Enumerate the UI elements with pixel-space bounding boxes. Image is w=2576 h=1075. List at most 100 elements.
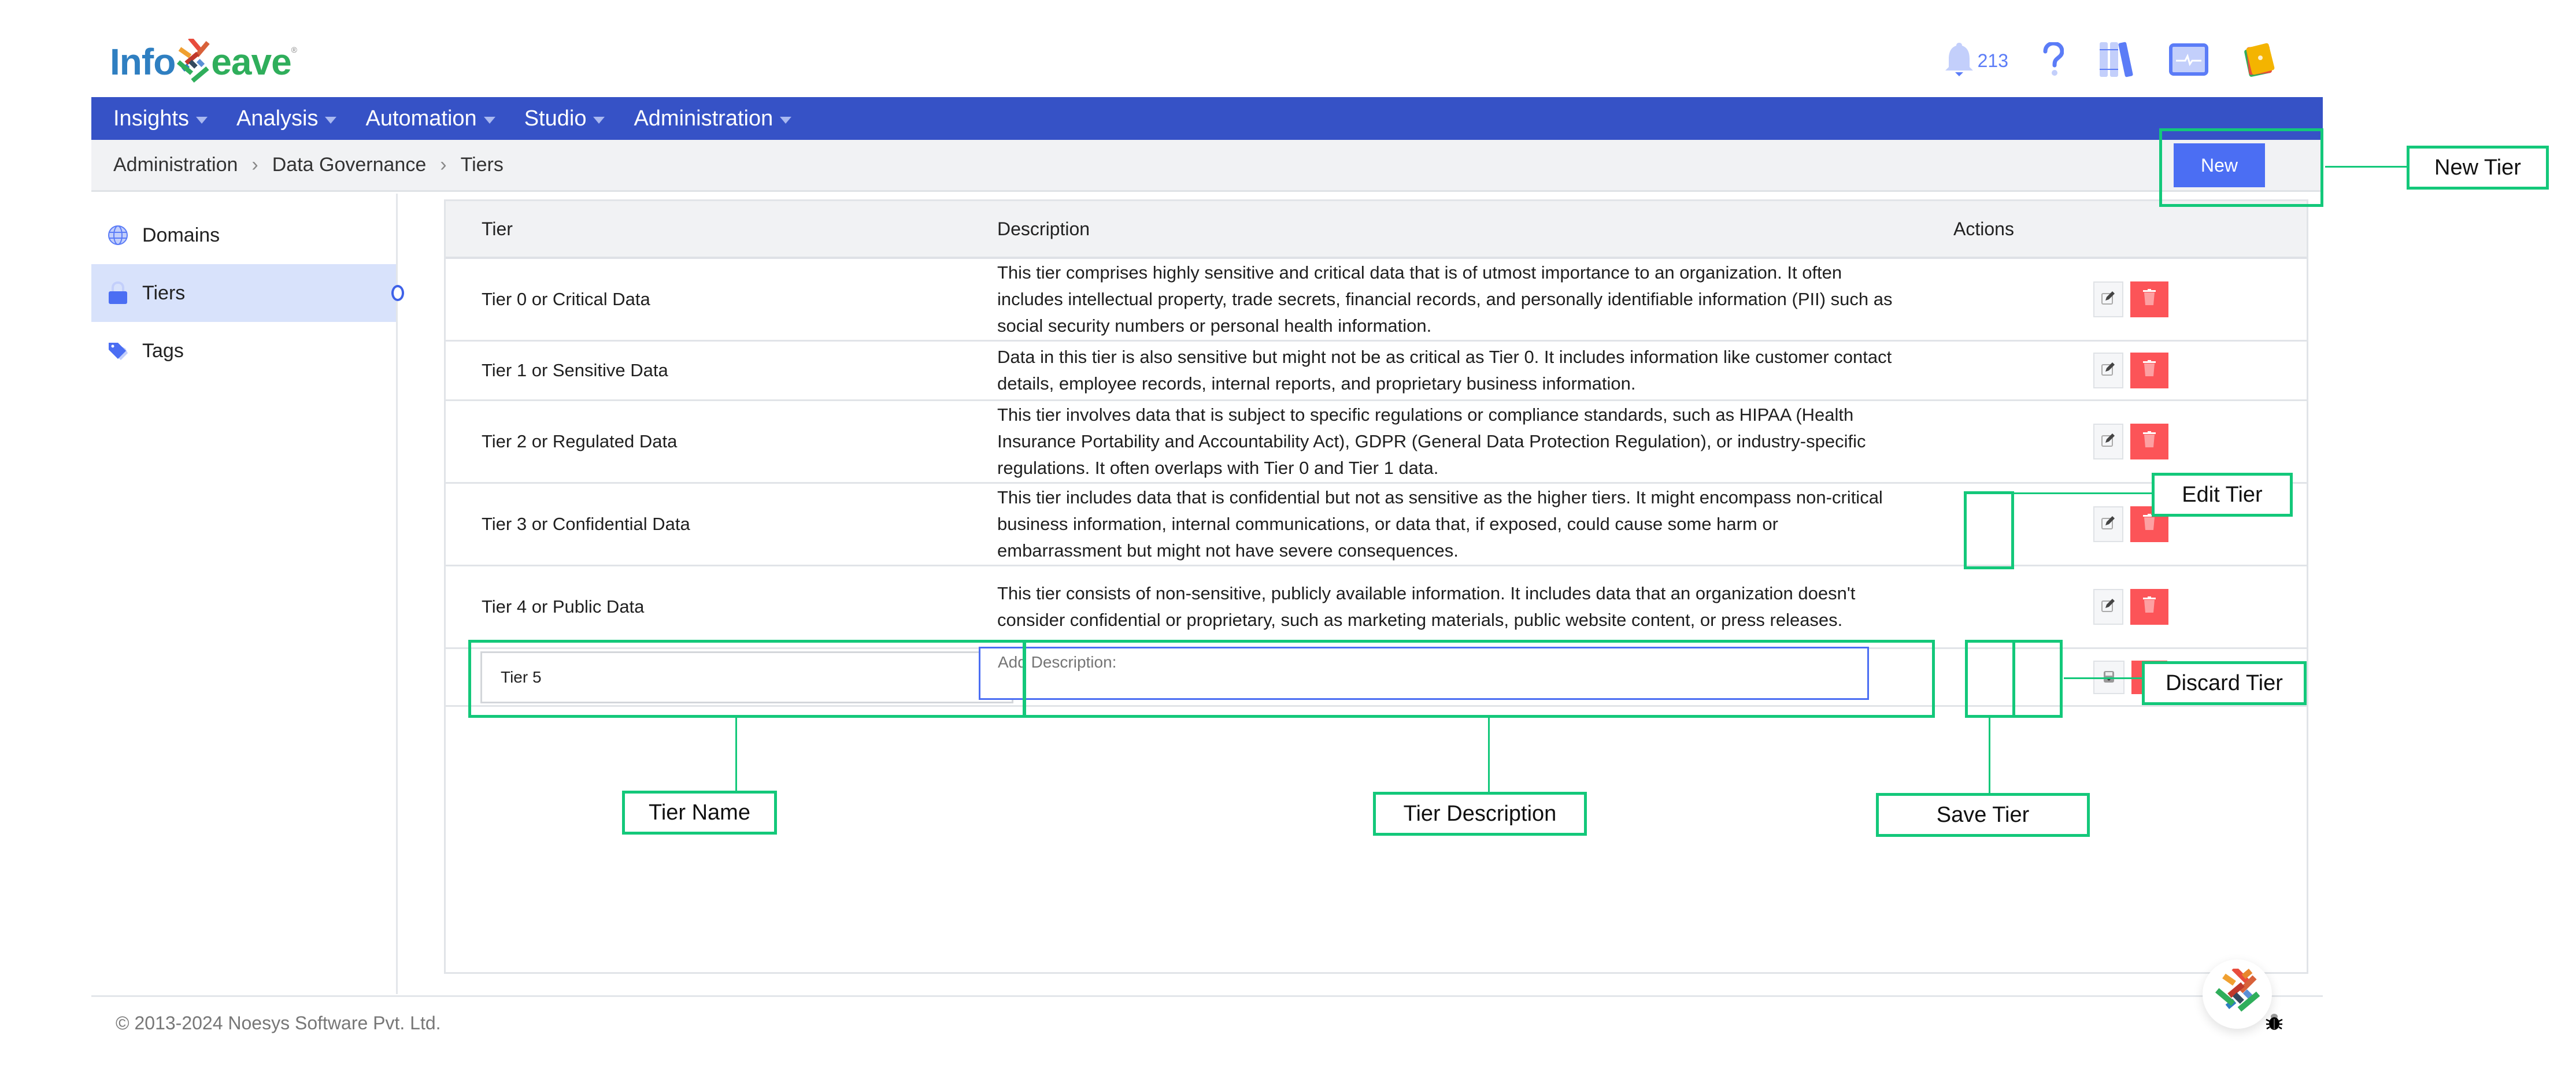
sidebar-resize-handle[interactable] — [391, 285, 404, 301]
footer-divider — [91, 995, 2323, 997]
delete-tier-button[interactable] — [2130, 589, 2168, 625]
help-icon — [2043, 40, 2064, 80]
annotation-new-tier: New Tier — [2407, 146, 2549, 190]
annotation-tier-name: Tier Name — [622, 791, 777, 835]
main-nav: Insights Analysis Automation Studio Admi… — [91, 97, 2323, 140]
tier-name-cell: Tier 3 or Confidential Data — [482, 514, 690, 534]
column-header-tier: Tier — [482, 218, 513, 239]
delete-tier-button[interactable] — [2130, 353, 2168, 388]
header-icons: 213 — [1944, 40, 2275, 81]
table-row: Tier 1 or Sensitive Data Data in this ti… — [446, 342, 2307, 401]
annotation-arrow-new — [2325, 166, 2408, 168]
sidebar-item-label: Tags — [142, 339, 184, 362]
edit-tier-button[interactable] — [2093, 424, 2123, 459]
tier-name-cell: Tier 1 or Sensitive Data — [482, 360, 668, 380]
tiers-table: Tier Description Actions Tier 0 or Criti… — [444, 199, 2308, 974]
bug-report-button[interactable] — [2265, 1013, 2283, 1034]
nav-label: Automation — [365, 106, 477, 131]
annotation-arrow-save — [1989, 717, 1990, 794]
tier-name-cell: Tier 4 or Public Data — [482, 596, 645, 617]
breadcrumb-separator-icon: › — [440, 154, 447, 176]
nav-analysis[interactable]: Analysis — [236, 106, 337, 131]
new-tier-row — [446, 647, 2307, 707]
breadcrumb-bar: Administration › Data Governance › Tiers… — [91, 140, 2323, 192]
logo-weave-icon — [174, 36, 212, 85]
table-row: Tier 3 or Confidential Data This tier in… — [446, 484, 2307, 566]
annotation-arrow-tier-description — [1488, 717, 1490, 793]
books-icon — [2098, 41, 2134, 81]
registered-mark: ® — [291, 45, 297, 54]
activity-monitor-icon — [2169, 43, 2208, 79]
delete-tier-button[interactable] — [2130, 281, 2168, 317]
bell-icon — [1944, 42, 1974, 80]
trash-icon — [2143, 514, 2156, 535]
table-row: Tier 0 or Critical Data This tier compri… — [446, 259, 2307, 342]
nav-label: Studio — [524, 106, 587, 131]
tier-description-cell: This tier includes data that is confiden… — [997, 487, 1883, 561]
assistant-fab-button[interactable] — [2203, 959, 2272, 1029]
edit-tier-button[interactable] — [2093, 506, 2123, 542]
column-header-description: Description — [997, 218, 1090, 239]
trash-icon — [2143, 596, 2156, 617]
breadcrumb-data-governance[interactable]: Data Governance — [272, 154, 427, 176]
nav-label: Analysis — [236, 106, 319, 131]
annotation-arrow-edit — [2014, 492, 2153, 494]
breadcrumb-administration[interactable]: Administration — [113, 154, 238, 176]
tier-description-input[interactable] — [979, 647, 1869, 700]
trash-icon — [2143, 360, 2156, 381]
sidebar-item-tiers[interactable]: Tiers — [91, 264, 404, 322]
tier-description-cell: This tier involves data that is subject … — [997, 405, 1866, 478]
edit-icon — [2101, 289, 2116, 310]
globe-icon — [108, 225, 128, 246]
tier-name-cell: Tier 2 or Regulated Data — [482, 431, 678, 451]
sidebar: Domains Tiers Tags — [91, 194, 404, 994]
caret-down-icon — [483, 117, 495, 124]
infoveave-mark-icon — [2211, 965, 2263, 1020]
edit-icon — [2101, 360, 2116, 381]
help-button[interactable] — [2043, 40, 2064, 80]
delete-tier-button[interactable] — [2130, 424, 2168, 459]
nav-studio[interactable]: Studio — [524, 106, 605, 131]
edit-tier-button[interactable] — [2093, 589, 2123, 625]
notifications-button[interactable]: 213 — [1944, 42, 2008, 80]
tier-description-cell: This tier consists of non-sensitive, pub… — [997, 583, 1856, 630]
trash-icon — [2143, 431, 2156, 452]
logo-text-eave: eave — [211, 41, 291, 83]
edit-icon — [2101, 596, 2116, 617]
caret-down-icon — [195, 117, 208, 124]
annotation-arrow-tier-name — [735, 717, 737, 792]
sidebar-item-domains[interactable]: Domains — [91, 206, 396, 264]
nav-administration[interactable]: Administration — [634, 106, 792, 131]
caret-down-icon — [325, 117, 337, 124]
edit-icon — [2101, 514, 2116, 535]
bug-icon — [2265, 1014, 2283, 1033]
library-button[interactable] — [2098, 41, 2134, 81]
annotation-tier-description: Tier Description — [1373, 792, 1587, 836]
user-profile-button[interactable] — [2243, 42, 2275, 80]
tag-icon — [108, 340, 128, 361]
nav-insights[interactable]: Insights — [113, 106, 208, 131]
breadcrumb-separator-icon: › — [251, 154, 258, 176]
annotation-arrow-discard — [2064, 677, 2145, 679]
tier-description-cell: This tier comprises highly sensitive and… — [997, 262, 1893, 336]
annotation-discard-tier: Discard Tier — [2142, 661, 2307, 705]
nav-label: Administration — [634, 106, 773, 131]
table-row: Tier 4 or Public Data This tier consists… — [446, 566, 2307, 649]
sidebar-item-tags[interactable]: Tags — [91, 322, 396, 380]
breadcrumb-tiers: Tiers — [460, 154, 504, 176]
annotation-save-tier: Save Tier — [1876, 793, 2090, 837]
monitor-button[interactable] — [2169, 43, 2208, 79]
caret-down-icon — [780, 117, 792, 124]
table-row: Tier 2 or Regulated Data This tier invol… — [446, 401, 2307, 484]
notification-count: 213 — [1977, 50, 2008, 71]
edit-tier-button[interactable] — [2093, 353, 2123, 388]
edit-tier-button[interactable] — [2093, 281, 2123, 317]
new-tier-button[interactable]: New — [2174, 143, 2265, 187]
logo-text-info: Info — [110, 41, 176, 83]
infoveave-logo[interactable]: Info eave ® — [110, 36, 297, 88]
nav-label: Insights — [113, 106, 189, 131]
sidebar-item-label: Domains — [142, 224, 220, 246]
nav-automation[interactable]: Automation — [365, 106, 495, 131]
lock-icon — [108, 281, 128, 304]
tier-name-input[interactable] — [480, 651, 1013, 703]
